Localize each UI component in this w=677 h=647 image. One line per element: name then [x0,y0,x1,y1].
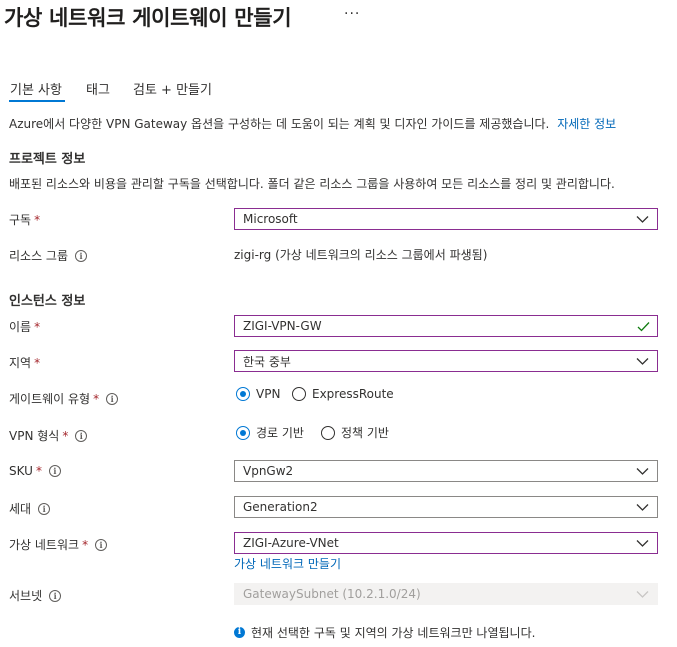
generation-dropdown[interactable]: Generation2 [234,496,658,518]
vnet-value: ZIGI-Azure-VNet [243,536,339,550]
chevron-down-icon [636,591,649,598]
radio-selected[interactable] [236,387,250,401]
resource-group-label-text: 리소스 그룹 [9,249,69,263]
radio-unselected[interactable] [321,425,335,440]
sku-label: SKU * i [9,464,61,478]
chevron-down-icon [636,468,649,475]
tab-tags[interactable]: 태그 [86,79,110,98]
name-value: ZIGI-VPN-GW [243,319,322,333]
intro-text: Azure에서 다양한 VPN Gateway 옵션을 구성하는 데 도움이 되… [9,115,616,132]
subnet-dropdown: GatewaySubnet (10.2.1.0/24) [234,583,658,605]
chevron-down-icon [636,540,649,547]
required-marker: * [34,319,41,334]
radio-selected[interactable] [236,425,250,440]
sku-label-text: SKU [9,464,33,478]
gateway-type-label: 게이트웨이 유형 * i [9,390,119,407]
gateway-type-vpn-label: VPN [256,387,281,401]
vpn-type-policy-based-label: 정책 기반 [341,426,389,440]
subscription-label-text: 구독 [9,213,32,227]
gateway-type-expressroute-label: ExpressRoute [312,387,394,401]
subnet-label: 서브넷 i [9,587,62,604]
vnet-dropdown[interactable]: ZIGI-Azure-VNet [234,532,658,554]
gateway-type-expressroute-radio[interactable]: ExpressRoute [292,387,394,401]
required-marker: * [34,355,41,370]
tab-selected-indicator [9,100,65,102]
radio-unselected[interactable] [292,387,306,401]
chevron-down-icon [636,216,649,223]
page-title: 가상 네트워크 게이트웨이 만들기 [4,6,292,30]
vpn-type-policy-based-radio[interactable]: 정책 기반 [321,424,389,441]
project-details-heading: 프로젝트 정보 [9,152,86,167]
info-icon[interactable]: i [38,502,51,515]
subscription-label: 구독 * [9,211,40,228]
info-icon[interactable]: i [75,249,88,262]
vnet-info-note: i 현재 선택한 구독 및 지역의 가상 네트워크만 나열됩니다. [234,624,535,641]
name-label-text: 이름 [9,320,32,334]
generation-value: Generation2 [243,500,318,514]
gateway-type-label-text: 게이트웨이 유형 [9,392,91,406]
resource-group-value: zigi-rg (가상 네트워크의 리소스 그룹에서 파생됨) [234,248,488,262]
create-vnet-link[interactable]: 가상 네트워크 만들기 [234,555,341,572]
name-label: 이름 * [9,318,40,335]
info-icon[interactable]: i [106,392,119,405]
vnet-label: 가상 네트워크 * i [9,536,108,553]
chevron-down-icon [636,358,649,365]
info-icon[interactable]: i [75,429,88,442]
region-label-text: 지역 [9,356,32,370]
project-details-description: 배포된 리소스와 비용을 관리할 구독을 선택합니다. 폴더 같은 리소스 그룹… [9,177,615,191]
required-marker: * [62,428,69,443]
learn-more-link[interactable]: 자세한 정보 [557,117,616,131]
region-label: 지역 * [9,354,40,371]
required-marker: * [93,391,100,406]
subnet-label-text: 서브넷 [9,589,43,603]
required-marker: * [82,537,89,552]
info-filled-icon: i [234,627,245,638]
checkmark-icon [637,322,650,332]
subnet-value: GatewaySubnet (10.2.1.0/24) [243,587,421,601]
sku-value: VpnGw2 [243,464,294,478]
instance-details-heading: 인스턴스 정보 [9,294,86,309]
region-value: 한국 중부 [243,354,291,369]
subscription-dropdown[interactable]: Microsoft [234,208,658,230]
vpn-type-label-text: VPN 형식 [9,429,60,443]
resource-group-label: 리소스 그룹 i [9,247,88,264]
name-input[interactable]: ZIGI-VPN-GW [234,315,658,337]
tab-review-create[interactable]: 검토 + 만들기 [133,79,212,98]
vpn-type-route-based-radio[interactable]: 경로 기반 [236,424,304,441]
required-marker: * [35,464,42,478]
more-options-button[interactable]: ··· [344,6,360,22]
vnet-label-text: 가상 네트워크 [9,538,80,552]
info-icon[interactable]: i [48,465,61,477]
chevron-down-icon [636,504,649,511]
gateway-type-vpn-radio[interactable]: VPN [236,387,280,401]
required-marker: * [34,212,41,227]
generation-label-text: 세대 [9,502,32,516]
info-icon[interactable]: i [49,589,62,602]
generation-label: 세대 i [9,500,51,517]
vnet-info-note-text: 현재 선택한 구독 및 지역의 가상 네트워크만 나열됩니다. [251,626,536,640]
vpn-type-route-based-label: 경로 기반 [256,426,304,440]
vpn-type-label: VPN 형식 * i [9,427,88,444]
region-dropdown[interactable]: 한국 중부 [234,350,658,372]
intro-description: Azure에서 다양한 VPN Gateway 옵션을 구성하는 데 도움이 되… [9,117,550,131]
sku-dropdown[interactable]: VpnGw2 [234,460,658,482]
info-icon[interactable]: i [95,538,108,551]
tab-basics[interactable]: 기본 사항 [10,79,62,98]
subscription-value: Microsoft [243,212,298,226]
